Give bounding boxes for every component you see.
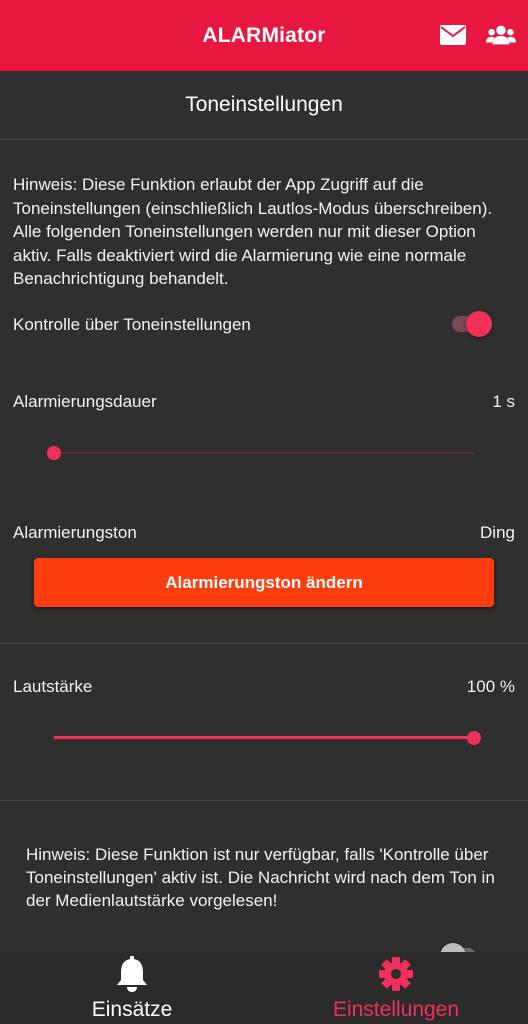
volume-value: 100 % [466, 677, 515, 696]
app-bar: ALARMiator [0, 0, 528, 71]
tone-value: Ding [480, 523, 515, 542]
app-title: ALARMiator [202, 23, 326, 47]
divider [0, 139, 528, 140]
nav-item-einsaetze[interactable]: Einsätze [0, 952, 264, 1024]
bottom-navigation: Einsätze Einstellungen [0, 952, 528, 1024]
control-toggle-label: Kontrolle über Toneinstellungen [13, 315, 251, 334]
control-toggle-switch[interactable] [452, 310, 492, 338]
switch-thumb [466, 311, 492, 337]
group-icon[interactable] [486, 22, 516, 48]
slider-knob[interactable] [47, 446, 61, 460]
mail-icon[interactable] [438, 22, 468, 48]
divider [0, 800, 528, 801]
gear-icon [379, 957, 413, 991]
app-bar-actions [438, 22, 516, 48]
slider-fill [54, 736, 474, 739]
bell-icon [117, 956, 147, 992]
duration-slider[interactable] [47, 443, 474, 463]
hint-text-bottom: Hinweis: Diese Funktion ist nur verfügba… [26, 845, 495, 910]
volume-slider[interactable] [54, 728, 481, 748]
slider-knob[interactable] [467, 731, 481, 745]
slider-rail [54, 452, 474, 454]
duration-label: Alarmierungsdauer [13, 392, 157, 411]
divider [0, 643, 528, 644]
nav-label-einstellungen: Einstellungen [332, 998, 460, 1021]
page-title: Toneinstellungen [185, 93, 343, 116]
duration-value: 1 s [492, 392, 515, 411]
change-tone-button[interactable]: Alarmierungston ändern [34, 558, 494, 607]
volume-label: Lautstärke [13, 677, 93, 696]
tone-label: Alarmierungston [13, 523, 137, 542]
nav-item-einstellungen[interactable]: Einstellungen [264, 952, 528, 1024]
hint-text: Hinweis: Diese Funktion erlaubt der App … [13, 175, 493, 288]
nav-label-einsaetze: Einsätze [91, 998, 173, 1021]
